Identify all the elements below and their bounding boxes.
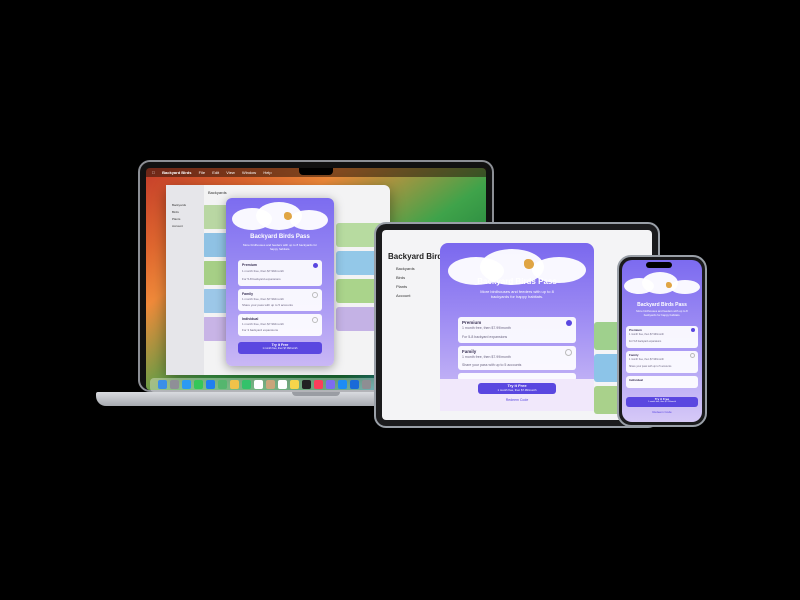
plan-name: Individual [242,317,259,321]
plan-card-individual[interactable]: Individual 1 month free, then $7.99/mont… [238,314,322,336]
cloud-illustration [290,210,328,230]
pass-title: Backyard Birds Pass [477,277,557,286]
cta-sublabel: 1 month free, then $7.99/month [497,388,537,392]
plan-price: 1 month free, then $7.99/month [242,297,284,301]
unselected-circle-icon [565,349,572,356]
iphone-subscription-screen: Backyard Birds Pass More birdhouses and … [622,260,702,422]
menubar-app[interactable]: Backyard Birds [162,170,191,175]
ipad-sidebar-item[interactable]: Backyards [396,266,415,271]
cta-sublabel: 1 month free, then $7.99/month [648,401,676,403]
backyard-birds-app-icon[interactable] [326,380,335,389]
plan-card-premium[interactable]: Premium 1 month free, then $7.99/month F… [238,260,322,286]
settings-icon[interactable] [362,380,371,389]
photos-icon[interactable] [230,380,239,389]
cta-sublabel: 1 month free, then $7.99/month [262,347,298,350]
cloud-illustration [670,280,700,294]
selected-check-icon [691,328,695,332]
mac-sidebar-item[interactable]: Backyards [172,203,186,207]
apple-icon[interactable]:  [152,170,155,175]
pass-description: More birdhouses and feeders with up to 8… [480,289,554,299]
safari-icon[interactable] [182,380,191,389]
plan-name: Premium [242,263,257,267]
reminders-icon[interactable] [278,380,287,389]
selected-check-icon [313,263,318,268]
ipad-sheet-footer: Try it Free 1 month free, then $7.99/mon… [440,379,594,411]
plan-name: Family [242,292,254,296]
pass-description: More birdhouses and feeders with up to 8… [242,243,318,251]
maps-icon[interactable] [218,380,227,389]
mac-sidebar-item[interactable]: Plants [172,217,180,221]
ipad-sidebar-item[interactable]: Plants [396,284,407,289]
contacts-icon[interactable] [266,380,275,389]
plan-name: Premium [462,320,482,325]
dynamic-island [646,262,672,268]
messages-icon[interactable] [194,380,203,389]
macbook-notch [299,168,333,175]
menubar-file[interactable]: File [199,170,205,175]
bird-icon [666,282,672,288]
launchpad-icon[interactable] [170,380,179,389]
music-icon[interactable] [314,380,323,389]
plan-price: 1 month free, then $7.99/month [462,326,511,330]
mac-window-title: Backyards [208,190,227,195]
menubar-help[interactable]: Help [263,170,271,175]
plan-name: Family [629,353,639,357]
xcode-icon[interactable] [350,380,359,389]
plan-feature: Share your pass with up to 5 accounts [242,303,293,307]
plan-name: Family [462,349,477,354]
plan-price: 1 month free, then $7.99/month [242,322,284,326]
plan-name: Premium [629,328,642,332]
bird-icon [284,212,292,220]
plan-card-premium[interactable]: Premium 1 month free, then $7.99/month F… [626,326,698,348]
plan-price: 1 month free, then $7.99/month [629,358,664,361]
redeem-code-link[interactable]: Redeem Code [622,410,702,414]
ipad-nav-title: Backyard Birds [388,252,447,261]
plan-price: 1 month free, then $7.99/month [462,355,511,359]
mac-sidebar: Backyards Birds Plants Account [166,185,204,375]
try-free-button[interactable]: Try it Free 1 month free, then $7.99/mon… [626,397,698,407]
unselected-circle-icon [312,292,318,298]
plan-card-premium[interactable]: Premium 1 month free, then $7.99/month F… [458,317,576,343]
pass-title: Backyard Birds Pass [637,302,687,308]
plan-card-family[interactable]: Family 1 month free, then $7.99/month Sh… [458,346,576,370]
plan-card-family[interactable]: Family 1 month free, then $7.99/month Sh… [626,351,698,373]
bird-icon [524,259,534,269]
ipad-sidebar-item[interactable]: Account [396,293,410,298]
plan-feature: Share your pass with up to 5 accounts [462,363,522,367]
menubar-edit[interactable]: Edit [212,170,219,175]
menubar-window[interactable]: Window [242,170,256,175]
pass-title: Backyard Birds Pass [250,234,310,240]
app-store-icon[interactable] [338,380,347,389]
redeem-code-link[interactable]: Redeem Code [440,398,594,402]
notes-icon[interactable] [290,380,299,389]
mac-subscription-sheet: Backyard Birds Pass More birdhouses and … [226,198,334,366]
pass-description: More birdhouses and feeders with up to 8… [636,309,688,317]
unselected-circle-icon [690,353,695,358]
mac-sidebar-item[interactable]: Account [172,224,183,228]
plan-card-family[interactable]: Family 1 month free, then $7.99/month Sh… [238,289,322,311]
ipad-sidebar-item[interactable]: Birds [396,275,405,280]
mac-sidebar-item[interactable]: Birds [172,210,179,214]
plan-feature: For 5-8 backyard expansions [242,277,281,281]
plan-price: 1 month free, then $7.99/month [629,333,664,336]
try-free-button[interactable]: Try it Free 1 month free, then $7.99/mon… [478,383,556,394]
facetime-icon[interactable] [242,380,251,389]
plan-feature: For 5-8 backyard expansions [462,335,508,339]
plan-card-individual[interactable]: Individual [626,376,698,388]
finder-icon[interactable] [158,380,167,389]
calendar-icon[interactable] [254,380,263,389]
plan-price: 1 month free, then $7.99/month [242,269,284,273]
macbook-base-notch [292,392,340,396]
unselected-circle-icon [312,317,318,323]
plan-feature: For 5-8 backyard expansions [629,340,662,343]
mail-icon[interactable] [206,380,215,389]
try-free-button[interactable]: Try it Free 1 month free, then $7.99/mon… [238,342,322,354]
tv-icon[interactable] [302,380,311,389]
plan-feature: Share your pass with up to 5 accounts [629,365,672,368]
menubar-view[interactable]: View [226,170,235,175]
selected-check-icon [566,320,572,326]
plan-feature: For 3 backyard expansions [242,328,279,332]
plan-name: Individual [629,378,644,382]
